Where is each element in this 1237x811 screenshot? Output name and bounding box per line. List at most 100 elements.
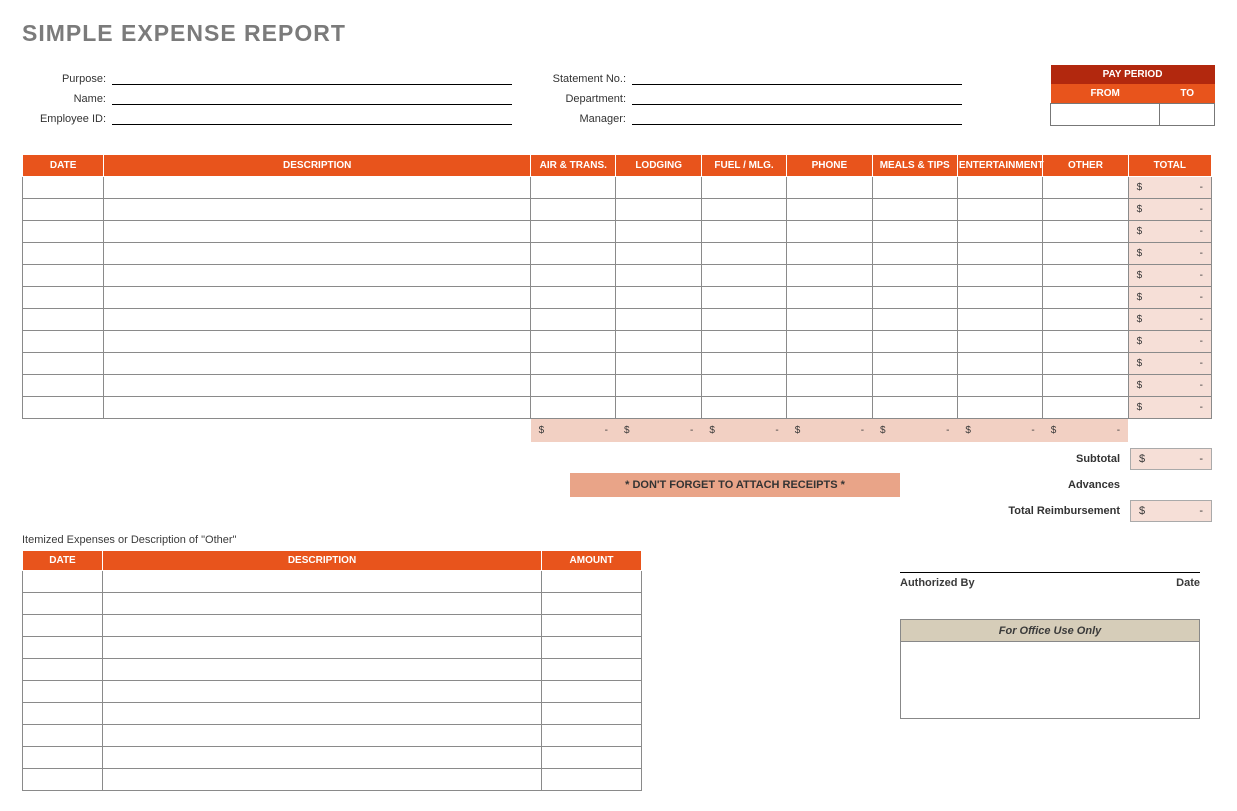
expense-cell[interactable] xyxy=(701,330,786,352)
expense-cell[interactable] xyxy=(104,264,531,286)
expense-cell[interactable] xyxy=(531,374,616,396)
other-cell[interactable] xyxy=(103,571,542,593)
expense-cell[interactable] xyxy=(872,308,957,330)
expense-cell[interactable] xyxy=(23,242,104,264)
other-cell[interactable] xyxy=(23,681,103,703)
other-cell[interactable] xyxy=(103,703,542,725)
expense-cell[interactable] xyxy=(531,352,616,374)
other-cell[interactable] xyxy=(103,615,542,637)
expense-cell[interactable] xyxy=(701,286,786,308)
expense-cell[interactable] xyxy=(872,352,957,374)
expense-cell[interactable] xyxy=(531,176,616,198)
expense-cell[interactable] xyxy=(616,176,701,198)
expense-cell[interactable] xyxy=(701,352,786,374)
expense-cell[interactable] xyxy=(957,264,1042,286)
other-cell[interactable] xyxy=(103,681,542,703)
other-cell[interactable] xyxy=(103,593,542,615)
expense-cell[interactable] xyxy=(872,396,957,418)
expense-cell[interactable] xyxy=(104,198,531,220)
expense-cell[interactable] xyxy=(104,374,531,396)
other-cell[interactable] xyxy=(103,747,542,769)
expense-cell[interactable] xyxy=(531,220,616,242)
other-cell[interactable] xyxy=(23,593,103,615)
expense-cell[interactable] xyxy=(957,220,1042,242)
expense-cell[interactable] xyxy=(701,242,786,264)
other-cell[interactable] xyxy=(23,637,103,659)
expense-cell[interactable] xyxy=(872,264,957,286)
expense-cell[interactable] xyxy=(23,396,104,418)
expense-cell[interactable] xyxy=(616,242,701,264)
expense-cell[interactable] xyxy=(787,286,872,308)
other-cell[interactable] xyxy=(23,703,103,725)
expense-cell[interactable] xyxy=(701,374,786,396)
other-cell[interactable] xyxy=(542,769,642,791)
expense-cell[interactable] xyxy=(872,374,957,396)
expense-cell[interactable] xyxy=(872,330,957,352)
expense-cell[interactable] xyxy=(787,374,872,396)
expense-cell[interactable] xyxy=(787,352,872,374)
expense-cell[interactable] xyxy=(616,198,701,220)
expense-cell[interactable] xyxy=(701,220,786,242)
expense-cell[interactable] xyxy=(787,198,872,220)
expense-cell[interactable] xyxy=(104,220,531,242)
other-cell[interactable] xyxy=(542,637,642,659)
expense-cell[interactable] xyxy=(531,264,616,286)
expense-cell[interactable] xyxy=(787,264,872,286)
expense-cell[interactable] xyxy=(616,330,701,352)
pay-period-to-input[interactable] xyxy=(1160,103,1215,125)
expense-cell[interactable] xyxy=(1043,352,1128,374)
other-cell[interactable] xyxy=(542,681,642,703)
expense-cell[interactable] xyxy=(872,198,957,220)
expense-cell[interactable] xyxy=(1043,264,1128,286)
expense-cell[interactable] xyxy=(787,396,872,418)
expense-cell[interactable] xyxy=(23,330,104,352)
employee-id-input[interactable] xyxy=(112,109,512,125)
expense-cell[interactable] xyxy=(787,308,872,330)
department-input[interactable] xyxy=(632,89,962,105)
expense-cell[interactable] xyxy=(616,308,701,330)
expense-cell[interactable] xyxy=(701,176,786,198)
other-cell[interactable] xyxy=(23,747,103,769)
other-cell[interactable] xyxy=(103,637,542,659)
expense-cell[interactable] xyxy=(104,352,531,374)
expense-cell[interactable] xyxy=(872,286,957,308)
expense-cell[interactable] xyxy=(104,176,531,198)
expense-cell[interactable] xyxy=(957,352,1042,374)
expense-cell[interactable] xyxy=(957,374,1042,396)
expense-cell[interactable] xyxy=(23,308,104,330)
expense-cell[interactable] xyxy=(701,264,786,286)
expense-cell[interactable] xyxy=(1043,176,1128,198)
expense-cell[interactable] xyxy=(787,176,872,198)
expense-cell[interactable] xyxy=(104,286,531,308)
other-cell[interactable] xyxy=(23,571,103,593)
other-cell[interactable] xyxy=(23,659,103,681)
expense-cell[interactable] xyxy=(23,176,104,198)
purpose-input[interactable] xyxy=(112,69,512,85)
other-cell[interactable] xyxy=(542,615,642,637)
expense-cell[interactable] xyxy=(1043,220,1128,242)
expense-cell[interactable] xyxy=(616,220,701,242)
expense-cell[interactable] xyxy=(104,330,531,352)
expense-cell[interactable] xyxy=(23,198,104,220)
expense-cell[interactable] xyxy=(531,396,616,418)
expense-cell[interactable] xyxy=(957,330,1042,352)
expense-cell[interactable] xyxy=(872,220,957,242)
expense-cell[interactable] xyxy=(616,396,701,418)
expense-cell[interactable] xyxy=(787,220,872,242)
expense-cell[interactable] xyxy=(872,242,957,264)
expense-cell[interactable] xyxy=(1043,286,1128,308)
expense-cell[interactable] xyxy=(1043,374,1128,396)
expense-cell[interactable] xyxy=(1043,396,1128,418)
expense-cell[interactable] xyxy=(701,396,786,418)
expense-cell[interactable] xyxy=(616,352,701,374)
expense-cell[interactable] xyxy=(787,242,872,264)
expense-cell[interactable] xyxy=(23,286,104,308)
expense-cell[interactable] xyxy=(104,242,531,264)
expense-cell[interactable] xyxy=(1043,330,1128,352)
expense-cell[interactable] xyxy=(23,220,104,242)
other-cell[interactable] xyxy=(542,747,642,769)
expense-cell[interactable] xyxy=(616,374,701,396)
expense-cell[interactable] xyxy=(957,308,1042,330)
expense-cell[interactable] xyxy=(1043,242,1128,264)
statement-no-input[interactable] xyxy=(632,69,962,85)
